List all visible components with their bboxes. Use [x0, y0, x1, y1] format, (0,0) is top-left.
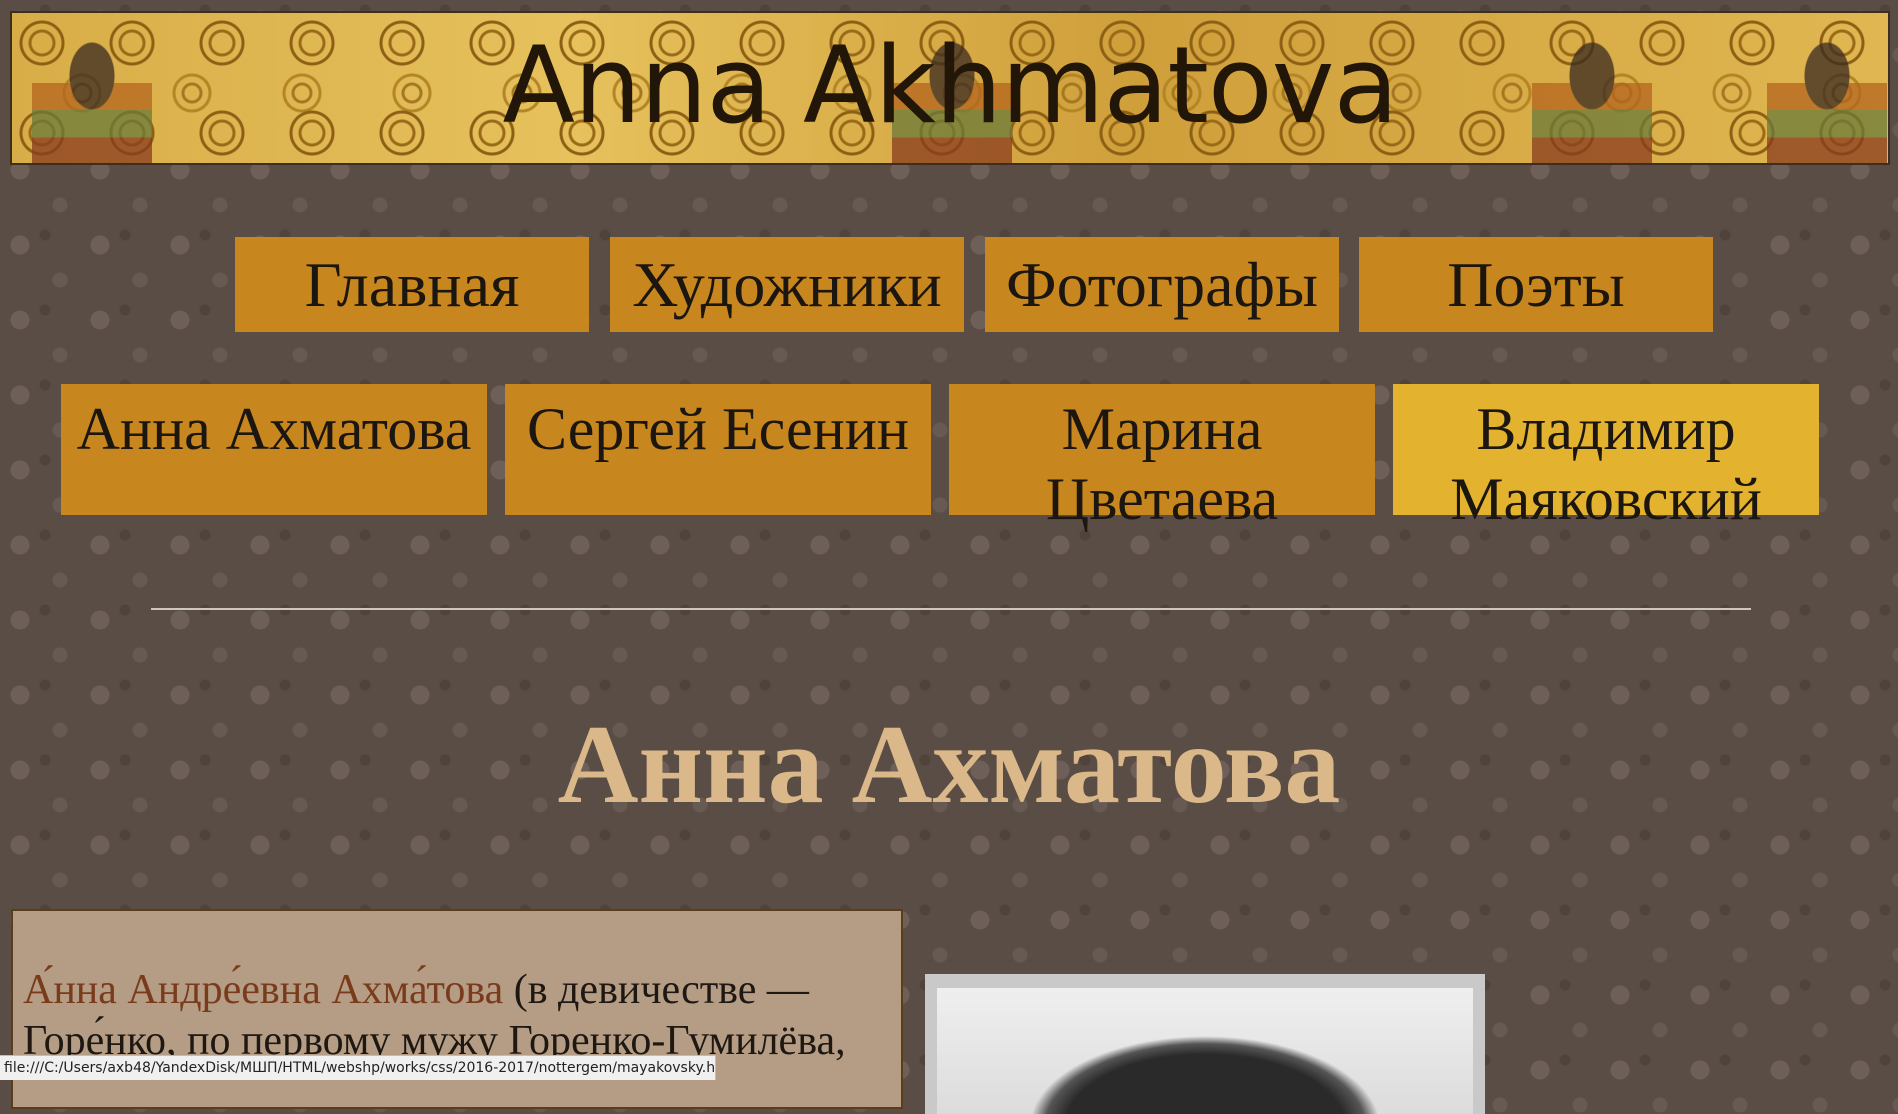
nav-poets[interactable]: Поэты: [1359, 237, 1713, 332]
header-banner: Anna Akhmatova: [10, 11, 1890, 165]
nav-poet-mayakovsky[interactable]: Владимир Маяковский: [1393, 384, 1819, 532]
nav-poet-akhmatova[interactable]: Анна Ахматова: [61, 384, 487, 515]
nav-photographers[interactable]: Фотографы: [985, 237, 1339, 332]
nav-poet-tsvetaeva[interactable]: Марина Цветаева: [949, 384, 1375, 532]
portrait-frame: [925, 974, 1485, 1114]
nav-home[interactable]: Главная: [235, 237, 589, 332]
site-title: Anna Akhmatova: [502, 24, 1399, 147]
nav-poet-esenin[interactable]: Сергей Есенин: [505, 384, 931, 515]
nav-artists[interactable]: Художники: [610, 237, 964, 332]
browser-status-bar: file:///C:/Users/axb48/YandexDisk/МШП/HT…: [0, 1055, 716, 1080]
portrait-photo: [937, 988, 1473, 1114]
section-divider: [151, 608, 1751, 610]
poet-name-link[interactable]: А́нна Андре́евна Ахма́това: [23, 967, 503, 1013]
page-heading: Анна Ахматова: [557, 703, 1341, 827]
